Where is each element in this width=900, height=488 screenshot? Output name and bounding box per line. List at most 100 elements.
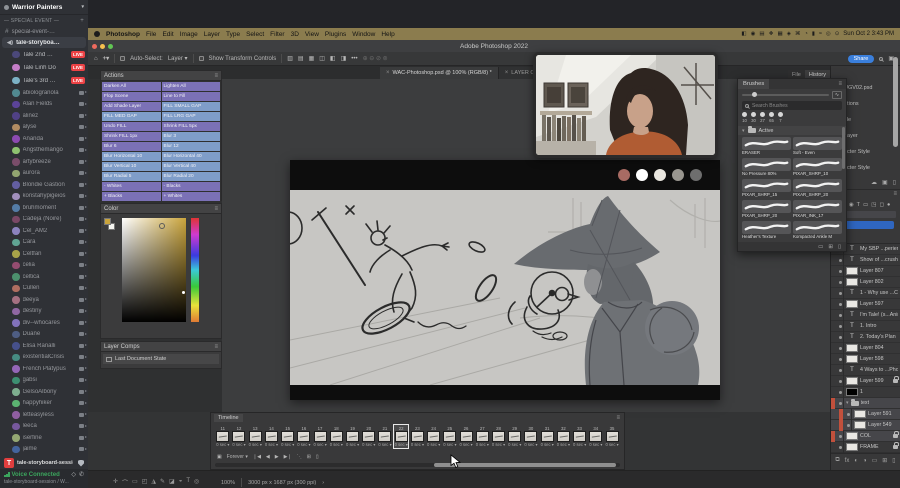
channel-special-event-chat[interactable]: # special-event-chat [0, 26, 88, 37]
align-top-icon[interactable]: ◫ [319, 55, 325, 62]
action-button[interactable]: - Blacks [162, 182, 221, 191]
frame-thumbnail[interactable] [216, 431, 229, 442]
action-button[interactable]: Add Shade Layer [102, 102, 161, 111]
frame-duration-dropdown[interactable]: 0 sec ▾ [395, 442, 408, 447]
brush-search-field[interactable]: Search Brushes [742, 101, 842, 110]
frame-thumbnail[interactable] [427, 431, 440, 442]
align-bottom-icon[interactable]: ◨ [341, 55, 347, 62]
layer-effects-icon[interactable]: fx [845, 458, 850, 464]
timeline-frame[interactable]: 20 0 sec ▾ [361, 424, 377, 449]
voice-user-row[interactable]: div--whocares [0, 317, 88, 329]
layer-mask-icon[interactable]: ◐ [854, 458, 858, 464]
move-tool-icon[interactable]: +▾ [103, 55, 110, 62]
frame-thumbnail[interactable] [249, 431, 262, 442]
layer-visibility-eye-icon[interactable] [837, 277, 844, 288]
action-button[interactable]: + Blacks [102, 192, 161, 201]
layer-row[interactable]: ▾ T text [831, 398, 900, 409]
panel-menu-icon[interactable]: ≡ [616, 415, 620, 421]
frame-duration-dropdown[interactable]: 0 sec ▾ [411, 442, 424, 447]
timeline-frame[interactable]: 30 0 sec ▾ [523, 424, 539, 449]
layer-name[interactable]: 1 [860, 389, 863, 395]
panel-menu-icon[interactable]: ≡ [214, 344, 218, 350]
new-frame-icon[interactable]: ⊞ [307, 454, 311, 460]
frame-thumbnail[interactable] [443, 431, 456, 442]
frame-duration-dropdown[interactable]: 0 sec ▾ [249, 442, 262, 447]
color-gradient-field[interactable] [122, 218, 186, 322]
auto-select-checkbox[interactable] [120, 56, 125, 61]
frame-thumbnail[interactable] [411, 431, 424, 442]
action-button[interactable]: Blur 12 [162, 142, 221, 151]
timeline-frame[interactable]: 26 0 sec ▾ [458, 424, 474, 449]
align-left-icon[interactable]: ▥ [287, 55, 293, 62]
timeline-frame[interactable]: 16 0 sec ▾ [296, 424, 312, 449]
add-channel-icon[interactable]: + [80, 18, 84, 24]
menu-item[interactable]: Window [352, 31, 375, 38]
brush-preset[interactable]: 27 [760, 112, 765, 123]
frame-duration-dropdown[interactable]: 0 sec ▾ [541, 442, 554, 447]
menu-item[interactable]: Select [246, 31, 264, 38]
align-right-icon[interactable]: ▦ [309, 55, 315, 62]
delete-brush-icon[interactable]: ▯ [838, 244, 841, 250]
timeline-frame[interactable]: 27 0 sec ▾ [475, 424, 491, 449]
layer-name[interactable]: Layer 804 [860, 345, 884, 351]
brushes-panel-title[interactable]: Brushes [738, 79, 769, 89]
timeline-frame[interactable]: 24 0 sec ▾ [426, 424, 442, 449]
menu-item[interactable]: Help [381, 31, 394, 38]
layer-visibility-eye-icon[interactable] [837, 288, 844, 299]
foreground-color-swatch[interactable] [104, 218, 111, 225]
menu-item[interactable]: Image [180, 31, 198, 38]
panel-menu-icon[interactable]: ≡ [838, 81, 846, 87]
menubar-clock[interactable]: Sun Oct 2 3:43 PM [843, 31, 894, 37]
menu-item[interactable]: Filter [270, 31, 284, 38]
layer-row[interactable]: ▾ T Layer 549 [831, 420, 900, 431]
more-options-icon[interactable]: ••• [351, 56, 357, 62]
menu-item[interactable]: Type [226, 31, 240, 38]
frame-duration-dropdown[interactable]: 0 sec ▾ [265, 442, 278, 447]
layer-name[interactable]: 1 - Why use ...Comps [860, 290, 898, 296]
battery-icon[interactable]: ▮ [812, 31, 815, 37]
action-button[interactable]: FILL LRG GAP [162, 112, 221, 121]
layer-row[interactable]: ▾ T Show of ...crushing? [831, 255, 900, 266]
delete-layer-icon[interactable]: ▯ [892, 457, 895, 464]
link-layers-icon[interactable]: ⧉ [835, 457, 839, 464]
layer-thumbnail[interactable] [846, 443, 858, 451]
brush-tile[interactable]: PIXAR_INK_17 [793, 200, 842, 219]
timeline-frame[interactable]: 33 0 sec ▾ [572, 424, 588, 449]
stream-preview-row[interactable]: T tale-storyboard-sessio... [0, 457, 88, 469]
eyedropper-tool-icon[interactable]: ◮ [151, 478, 156, 487]
frame-duration-dropdown[interactable]: 0 sec ▾ [589, 442, 602, 447]
brush-preset[interactable]: 65 [769, 112, 774, 123]
frame-duration-dropdown[interactable]: 0 sec ▾ [443, 442, 456, 447]
layer-visibility-eye-icon[interactable] [837, 376, 844, 387]
timeline-frame[interactable]: 13 0 sec ▾ [247, 424, 263, 449]
eraser-tool-icon[interactable]: ◪ [169, 478, 175, 487]
voice-user-row[interactable]: alinez [0, 110, 88, 122]
panel-menu-icon[interactable]: ≡ [214, 206, 218, 212]
action-button[interactable]: Blur Radial 20 [162, 172, 221, 181]
action-button[interactable]: - Whites [102, 182, 161, 191]
voice-user-row[interactable]: Cadeja (Noire) [0, 214, 88, 226]
action-button[interactable]: Shrink FILL 1px [102, 132, 161, 141]
server-header[interactable]: Warrior Painters ▾ [0, 0, 88, 15]
live-user-row[interactable]: Tale's 3rd Sc... LIVE [0, 74, 88, 87]
voice-user-row[interactable]: destiny [0, 306, 88, 318]
voice-user-row[interactable]: abiologranola [0, 87, 88, 99]
brush-tile[interactable]: PIXAR_SHRP_20 [793, 179, 842, 198]
layer-thumbnail[interactable] [854, 410, 866, 418]
frame-duration-dropdown[interactable]: 0 sec ▾ [459, 442, 472, 447]
filter-artboard-icon[interactable]: ◻ [879, 202, 884, 208]
timeline-frame[interactable]: 21 0 sec ▾ [377, 424, 393, 449]
frame-duration-dropdown[interactable]: 0 sec ▾ [557, 442, 570, 447]
action-button[interactable]: Blur Horizontal 40 [162, 152, 221, 161]
brush-tool-icon[interactable]: ✎ [160, 478, 165, 487]
search-icon[interactable]: ◎ [826, 31, 831, 37]
brush-tile[interactable]: PIXAR_SHRP_20 [742, 200, 791, 219]
timeline-scrollbar-thumb[interactable] [434, 463, 616, 467]
apple-icon[interactable] [94, 31, 100, 37]
frame-duration-dropdown[interactable]: 0 sec ▾ [378, 442, 391, 447]
layer-name[interactable]: Layer 549 [868, 422, 892, 428]
frame-thumbnail[interactable] [460, 431, 473, 442]
status-icon[interactable]: ❖ [769, 31, 774, 37]
status-icon[interactable]: ◧ [741, 31, 746, 37]
layer-thumbnail[interactable] [846, 432, 858, 440]
